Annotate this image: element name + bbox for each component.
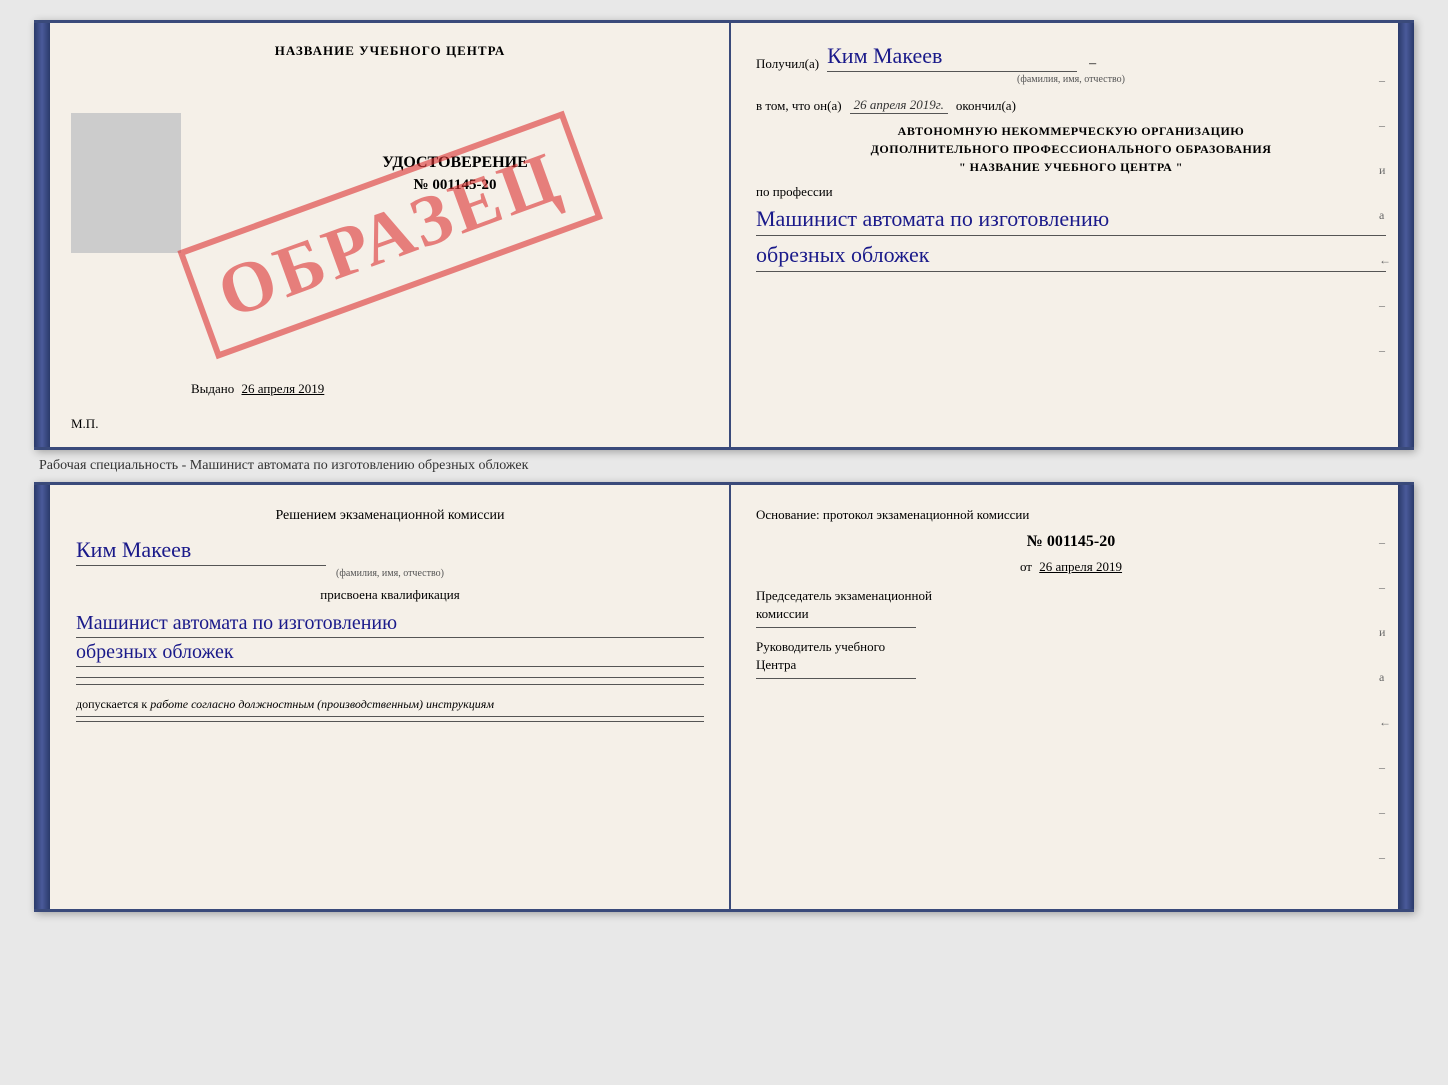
bmark-arrow: ← [1379, 715, 1391, 730]
bottom-right-page: Основание: протокол экзаменационной коми… [731, 485, 1411, 909]
chairman-sig-line [756, 627, 916, 628]
allows-italic-text: работе согласно должностным (производств… [150, 697, 494, 711]
commission-text: Решением экзаменационной комиссии [76, 505, 704, 527]
completion-row: в том, что он(а) 26 апреля 2019г. окончи… [756, 97, 1386, 114]
allows-label: допускается к [76, 697, 147, 711]
bmark-5: – [1379, 850, 1391, 865]
mark-2: – [1379, 118, 1391, 133]
right-marks: – – и а ← – – [1379, 73, 1391, 358]
bottom-name-handwritten: Ким Макеев [76, 537, 326, 566]
bottom-name-block: Ким Макеев (фамилия, имя, отчество) [76, 537, 704, 579]
org-block: АВТОНОМНУЮ НЕКОММЕРЧЕСКУЮ ОРГАНИЗАЦИЮ ДО… [756, 122, 1386, 176]
completion-date: 26 апреля 2019г. [850, 97, 948, 114]
cert-mp: М.П. [71, 416, 98, 432]
recipient-name: Ким Макеев [827, 43, 1077, 72]
bottom-line2 [76, 684, 704, 685]
protocol-date-value: 26 апреля 2019 [1039, 559, 1122, 574]
osnov-label: Основание: протокол экзаменационной коми… [756, 507, 1029, 522]
bottom-right-marks: – – и а ← – – – [1379, 535, 1391, 865]
fio-sublabel: (фамилия, имя, отчество) [756, 74, 1386, 85]
watermark-obrazets: ОБРАЗЕЦ [177, 111, 602, 360]
cert-inner: НАЗВАНИЕ УЧЕБНОГО ЦЕНТРА УДОСТОВЕРЕНИЕ №… [51, 23, 1411, 447]
protocol-number: № 001145-20 [756, 533, 1386, 551]
bmark-a: а [1379, 670, 1391, 685]
cert-school-title: НАЗВАНИЕ УЧЕБНОГО ЦЕНТРА [275, 43, 506, 59]
cert-photo-placeholder [71, 113, 181, 253]
received-label: Получил(а) [756, 56, 819, 72]
kvali-value1: Машинист автомата по изготовлению [76, 609, 704, 638]
allows-block: допускается к работе согласно должностны… [76, 697, 704, 717]
bmark-2: – [1379, 580, 1391, 595]
protocol-date-prefix: от [1020, 559, 1032, 574]
profession-value1: Машинист автомата по изготовлению [756, 204, 1386, 236]
dash-mark: – [1089, 56, 1096, 72]
kvali-label: присвоена квалификация [76, 587, 704, 603]
recipient-block: Получил(а) Ким Макеев – (фамилия, имя, о… [756, 43, 1386, 85]
completed-label: окончил(а) [956, 98, 1016, 114]
director-block: Руководитель учебного Центра [756, 638, 1386, 679]
director-sig-line [756, 678, 916, 679]
mark-3: – [1379, 298, 1391, 313]
director-label: Руководитель учебного Центра [756, 638, 1386, 674]
between-specialty-text: Рабочая специальность - Машинист автомат… [34, 458, 528, 474]
in-that-label: в том, что он(а) [756, 98, 842, 114]
profession-label: по профессии [756, 184, 1386, 200]
bmark-i: и [1379, 625, 1391, 640]
mark-1: – [1379, 73, 1391, 88]
spine-right [1398, 23, 1414, 447]
bottom-left-page: Решением экзаменационной комиссии Ким Ма… [51, 485, 731, 909]
org-line1: АВТОНОМНУЮ НЕКОММЕРЧЕСКУЮ ОРГАНИЗАЦИЮ [756, 122, 1386, 140]
cert-right-page: Получил(а) Ким Макеев – (фамилия, имя, о… [731, 23, 1411, 447]
profession-block: по профессии Машинист автомата по изгото… [756, 184, 1386, 272]
bottom-spine-left [34, 485, 50, 909]
mark-a: а [1379, 208, 1391, 223]
mark-4: – [1379, 343, 1391, 358]
cert-issued-date: 26 апреля 2019 [242, 381, 325, 396]
chairman-block: Председатель экзаменационной комиссии [756, 587, 1386, 628]
main-container: НАЗВАНИЕ УЧЕБНОГО ЦЕНТРА УДОСТОВЕРЕНИЕ №… [34, 20, 1414, 912]
bottom-line1 [76, 677, 704, 678]
org-line2: ДОПОЛНИТЕЛЬНОГО ПРОФЕССИОНАЛЬНОГО ОБРАЗО… [756, 140, 1386, 158]
bottom-line3 [76, 721, 704, 722]
bottom-cert-inner: Решением экзаменационной комиссии Ким Ма… [51, 485, 1411, 909]
org-name: " НАЗВАНИЕ УЧЕБНОГО ЦЕНТРА " [756, 158, 1386, 176]
top-certificate: НАЗВАНИЕ УЧЕБНОГО ЦЕНТРА УДОСТОВЕРЕНИЕ №… [34, 20, 1414, 450]
bmark-3: – [1379, 760, 1391, 775]
bmark-4: – [1379, 805, 1391, 820]
mark-arrow: ← [1379, 253, 1391, 268]
cert-left-page: НАЗВАНИЕ УЧЕБНОГО ЦЕНТРА УДОСТОВЕРЕНИЕ №… [51, 23, 731, 447]
bottom-fio-label: (фамилия, имя, отчество) [76, 568, 704, 579]
protocol-date: от 26 апреля 2019 [756, 559, 1386, 575]
bottom-spine-right [1398, 485, 1414, 909]
profession-value2: обрезных обложек [756, 240, 1386, 272]
cert-udostoverenie-label: УДОСТОВЕРЕНИЕ [382, 154, 528, 172]
chairman-label: Председатель экзаменационной комиссии [756, 587, 1386, 623]
bottom-certificate: Решением экзаменационной комиссии Ким Ма… [34, 482, 1414, 912]
kvali-value2: обрезных обложек [76, 638, 704, 667]
osnov-row: Основание: протокол экзаменационной коми… [756, 505, 1386, 525]
spine-left [34, 23, 50, 447]
cert-issued-label: Выдано [191, 381, 234, 396]
cert-number: № 001145-20 [382, 177, 528, 194]
bmark-1: – [1379, 535, 1391, 550]
mark-i: и [1379, 163, 1391, 178]
